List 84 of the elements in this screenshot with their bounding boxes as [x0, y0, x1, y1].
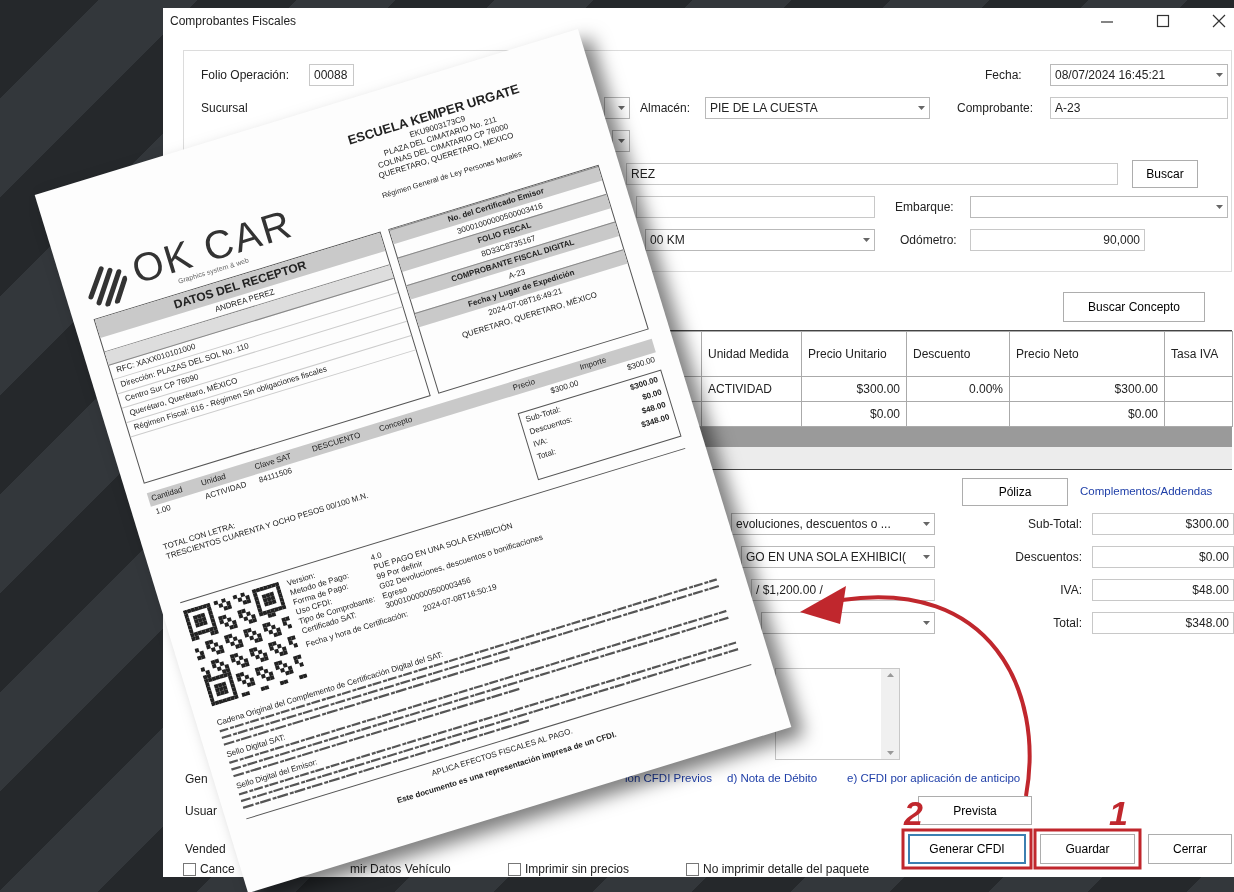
field-label: Vended [185, 841, 226, 858]
caret-icon [618, 106, 625, 110]
scroll-up-icon [886, 673, 894, 677]
table-cell: 1.00 [154, 503, 173, 518]
link[interactable]: d) Nota de Débito [727, 770, 818, 788]
checkbox-label: mir Datos Vehículo [350, 861, 451, 877]
field-label: Sub-Total: [1027, 516, 1082, 533]
action-button[interactable]: Guardar [1040, 834, 1135, 864]
caret-icon [863, 238, 870, 242]
action-button[interactable]: Generar CFDI [908, 834, 1026, 864]
total-field[interactable]: $300.00 [1092, 513, 1234, 535]
dropdown[interactable] [761, 612, 935, 634]
table-cell: $300.00 [1009, 376, 1165, 402]
caret-icon [923, 522, 930, 526]
total-label: IVA: [532, 436, 549, 449]
field-label: Descuentos: [1015, 549, 1082, 566]
column-header: Concepto [377, 414, 414, 435]
caret-icon [923, 621, 930, 625]
search-concept-button[interactable]: Buscar Concepto [1063, 292, 1205, 322]
total-label: Total: [535, 447, 558, 463]
scrollbar[interactable] [881, 669, 899, 759]
input-field[interactable]: 00088 [309, 64, 354, 86]
column-header: Precio Unitario [801, 331, 907, 377]
table-cell: $300.00 [801, 376, 907, 402]
text-area[interactable] [775, 668, 900, 760]
dropdown[interactable]: GO EN UNA SOLA EXHIBICI( [741, 546, 935, 568]
checkbox-label: Imprimir sin precios [525, 861, 629, 877]
caret-icon [918, 106, 925, 110]
input-field[interactable]: A-23 [1050, 97, 1228, 119]
dropdown[interactable]: PIE DE LA CUESTA [705, 97, 930, 119]
link[interactable]: e) CFDI por aplicación de anticipo [847, 770, 1021, 788]
cfdi-value: 4.0 [369, 550, 383, 563]
total-field[interactable]: $48.00 [1092, 579, 1234, 601]
close-icon[interactable] [1212, 13, 1226, 28]
table-cell: $300.00 [625, 355, 657, 374]
field-label: Sucursal [201, 100, 248, 117]
caret-icon [923, 555, 930, 559]
dropdown[interactable] [604, 97, 630, 119]
checkbox[interactable] [183, 862, 196, 876]
input-field[interactable]: 90,000 [970, 229, 1145, 251]
input-field[interactable] [636, 196, 875, 218]
total-value: $0.00 [641, 387, 664, 402]
field-label: Total: [1053, 615, 1082, 632]
dropdown[interactable]: 00 KM [645, 229, 875, 251]
column-header: Importe [578, 355, 608, 373]
column-header: Precio [511, 377, 537, 394]
total-field[interactable]: $0.00 [1092, 546, 1234, 568]
checkbox-label: Cance [200, 861, 235, 877]
dropdown[interactable]: evoluciones, descuentos o ... [731, 513, 935, 535]
table-cell: $0.00 [1009, 401, 1165, 427]
table-cell: ACTIVIDAD [701, 376, 802, 402]
step-number: 1 [1109, 794, 1128, 832]
field-label: Odómetro: [900, 232, 957, 249]
field-label: Folio Operación: [201, 67, 290, 84]
date-dropdown[interactable]: 08/07/2024 16:45:21 [1050, 64, 1228, 86]
complements-link[interactable]: Complementos/Addendas [1080, 483, 1213, 501]
input-field[interactable]: REZ [626, 163, 1118, 185]
total-field[interactable]: $348.00 [1092, 612, 1234, 634]
checkbox-label: No imprimir detalle del paquete [703, 861, 870, 877]
window-title: Comprobantes Fiscales [170, 12, 297, 30]
field-label: Usuar [185, 802, 217, 820]
checkbox[interactable] [686, 862, 699, 876]
column-header: Unidad Medida [701, 331, 802, 377]
field-label: Almacén: [640, 100, 691, 117]
column-header: Precio Neto [1009, 331, 1165, 377]
maximize-icon[interactable] [1156, 13, 1170, 28]
field-label: Fecha: [985, 67, 1022, 84]
policy-button[interactable]: Póliza [962, 478, 1068, 506]
table-cell: $0.00 [801, 401, 907, 427]
field-label: Embarque: [895, 199, 954, 216]
field-label: IVA: [1060, 582, 1082, 599]
table-cell: 0.00% [906, 376, 1010, 402]
column-header: Descuento [906, 331, 1010, 377]
action-button[interactable]: Cerrar [1148, 834, 1232, 864]
field-label: Comprobante: [957, 100, 1034, 117]
checkbox[interactable] [508, 862, 521, 876]
caret-icon [618, 139, 625, 143]
column-header: Tasa IVA [1164, 331, 1233, 377]
search-button[interactable]: Buscar [1132, 160, 1198, 188]
dropdown[interactable] [612, 130, 630, 152]
field-label: Gen [185, 771, 208, 788]
caret-icon [1216, 205, 1223, 209]
caret-icon [1216, 73, 1223, 77]
scroll-down-icon [886, 751, 894, 755]
